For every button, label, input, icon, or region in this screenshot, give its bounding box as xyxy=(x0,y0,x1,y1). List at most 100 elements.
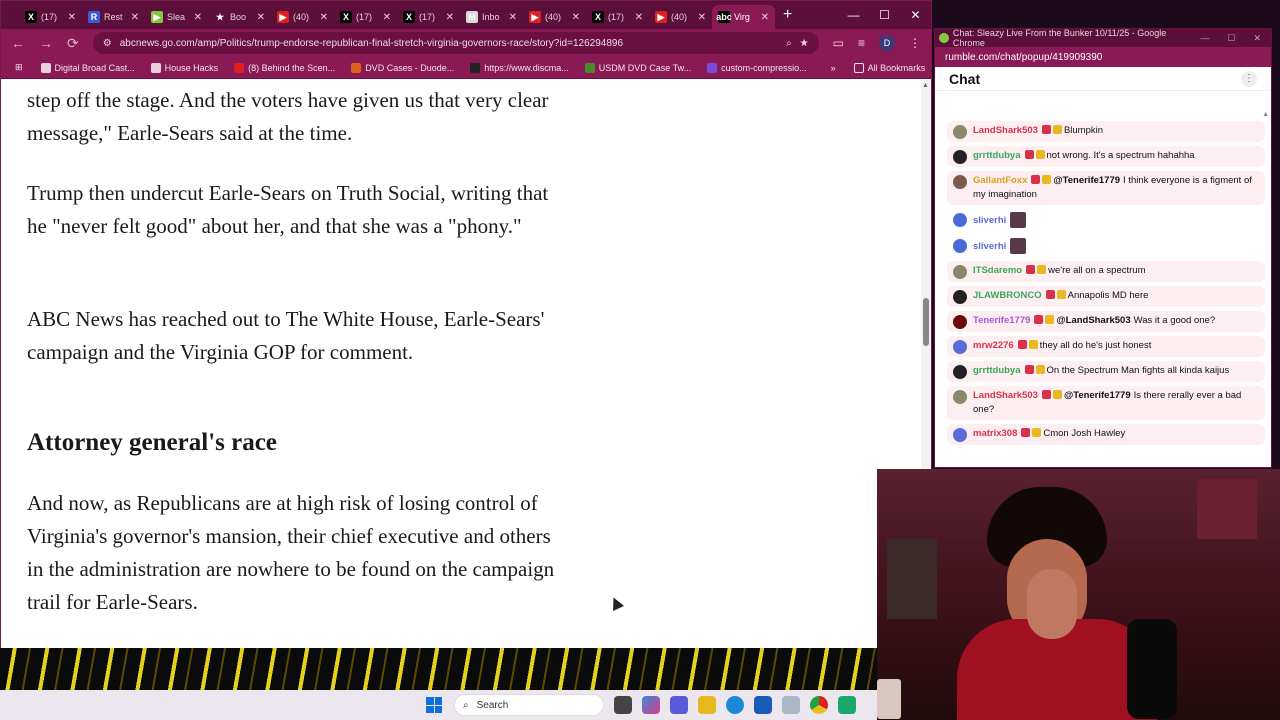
tab-7[interactable]: M Inbo ✕ xyxy=(460,5,523,29)
media-icon[interactable]: ≡ xyxy=(858,36,865,50)
chat-username[interactable]: LandShark503 xyxy=(973,125,1038,136)
tab-10[interactable]: ▶ (40) ✕ xyxy=(649,5,712,29)
settings-icon[interactable] xyxy=(782,696,800,714)
chat-username[interactable]: GallantFoxx xyxy=(973,175,1027,186)
user-avatar[interactable] xyxy=(953,315,967,329)
chat-username[interactable]: matrix308 xyxy=(973,428,1017,439)
close-tab-icon[interactable]: ✕ xyxy=(509,12,517,23)
scroll-up-icon[interactable]: ▲ xyxy=(922,82,929,89)
address-bar[interactable]: ⚙ abcnews.go.com/amp/Politics/trump-endo… xyxy=(92,32,819,54)
chat-username[interactable]: Tenerife1779 xyxy=(973,315,1030,326)
close-tab-icon[interactable]: ✕ xyxy=(698,12,706,23)
tab-search-icon[interactable]: ▭ xyxy=(833,36,844,50)
minimize-icon[interactable]: — xyxy=(838,1,869,29)
close-tab-icon[interactable]: ✕ xyxy=(131,12,139,23)
reload-icon[interactable]: ⟳ xyxy=(67,35,79,52)
tab-4[interactable]: ▶ (40) ✕ xyxy=(271,5,334,29)
copilot-icon[interactable] xyxy=(642,696,660,714)
chat-scroll-up-icon[interactable]: ▲ xyxy=(1262,111,1269,118)
chat-username[interactable]: LandShark503 xyxy=(973,390,1038,401)
minimize-icon[interactable]: — xyxy=(1200,33,1209,44)
chat-message-list[interactable]: LandShark503 Blumpkin grrttdubya not wrong.… xyxy=(947,111,1265,467)
menu-icon[interactable]: ⋮ xyxy=(909,36,921,50)
user-avatar[interactable] xyxy=(953,428,967,442)
chat-username[interactable]: sliverhi xyxy=(973,241,1006,252)
close-tab-icon[interactable]: ✕ xyxy=(635,12,643,23)
maximize-icon[interactable]: ☐ xyxy=(869,1,900,29)
close-tab-icon[interactable]: ✕ xyxy=(257,12,265,23)
task-view-icon[interactable] xyxy=(614,696,632,714)
user-avatar[interactable] xyxy=(953,290,967,304)
chat-username[interactable]: JLAWBRONCO xyxy=(973,290,1042,301)
site-info-icon[interactable]: ⚙ xyxy=(103,38,112,49)
chat-options-icon[interactable]: ⋮ xyxy=(1241,70,1257,87)
close-tab-icon[interactable]: ✕ xyxy=(761,12,769,23)
profile-avatar[interactable]: D xyxy=(879,35,895,51)
close-tab-icon[interactable]: ✕ xyxy=(194,12,202,23)
chat-username[interactable]: grrttdubya xyxy=(973,150,1021,161)
tab-8[interactable]: ▶ (40) ✕ xyxy=(523,5,586,29)
chat-message-body: LandShark503 Blumpkin xyxy=(973,124,1259,139)
tab-9[interactable]: X (17) ✕ xyxy=(586,5,649,29)
scroll-thumb[interactable] xyxy=(923,298,929,346)
new-tab-icon[interactable]: + xyxy=(783,6,792,24)
tab-3[interactable]: ★ Boo ✕ xyxy=(208,5,271,29)
more-bookmarks-icon[interactable]: » xyxy=(825,63,842,73)
user-avatar[interactable] xyxy=(953,239,967,253)
close-tab-icon[interactable]: ✕ xyxy=(572,12,580,23)
user-avatar[interactable] xyxy=(953,265,967,279)
close-icon[interactable]: ✕ xyxy=(1253,33,1261,44)
close-tab-icon[interactable]: ✕ xyxy=(446,12,454,23)
tab-6[interactable]: X (17) ✕ xyxy=(397,5,460,29)
chat-text: Cmon Josh Hawley xyxy=(1043,428,1126,439)
user-avatar[interactable] xyxy=(953,390,967,404)
chat-mention[interactable]: @Tenerife1779 xyxy=(1053,175,1120,186)
bookmark-item[interactable]: DVD Cases - Duode... xyxy=(345,62,460,73)
store-icon[interactable] xyxy=(754,696,772,714)
zoom-icon[interactable]: ⌕ xyxy=(786,38,792,49)
tab-1[interactable]: R Rest ✕ xyxy=(82,5,145,29)
close-tab-icon[interactable]: ✕ xyxy=(320,12,328,23)
teams-icon[interactable] xyxy=(670,696,688,714)
tab-0[interactable]: X (17) ✕ xyxy=(19,5,82,29)
user-avatar[interactable] xyxy=(953,365,967,379)
user-avatar[interactable] xyxy=(953,175,967,189)
chat-mention[interactable]: @Tenerife1779 xyxy=(1064,390,1131,401)
x-icon: X xyxy=(340,11,352,23)
edge-icon[interactable] xyxy=(726,696,744,714)
start-button[interactable] xyxy=(424,695,444,715)
app-icon[interactable] xyxy=(838,696,856,714)
user-avatar[interactable] xyxy=(953,150,967,164)
tab-5[interactable]: X (17) ✕ xyxy=(334,5,397,29)
forward-icon[interactable]: → xyxy=(39,35,53,51)
chat-username[interactable]: grrttdubya xyxy=(973,365,1021,376)
maximize-icon[interactable]: ☐ xyxy=(1227,33,1235,44)
tab-label: Inbo xyxy=(482,12,500,22)
chat-username[interactable]: mrw2276 xyxy=(973,340,1014,351)
close-icon[interactable]: ✕ xyxy=(900,1,931,29)
close-tab-icon[interactable]: ✕ xyxy=(68,12,76,23)
file-explorer-icon[interactable] xyxy=(698,696,716,714)
bookmark-item[interactable]: (8) Behind the Scen... xyxy=(228,62,341,73)
bookmark-item[interactable]: https://www.discma... xyxy=(464,62,575,73)
chat-username[interactable]: ITSdaremo xyxy=(973,265,1022,276)
bookmark-star-icon[interactable]: ★ xyxy=(800,38,809,49)
user-avatar[interactable] xyxy=(953,125,967,139)
chat-url-bar[interactable]: rumble.com/chat/popup/419909390 xyxy=(935,47,1271,67)
apps-icon[interactable]: ⊞ xyxy=(9,62,29,73)
tab-11[interactable]: abc Virg ✕ xyxy=(712,5,775,29)
taskbar-search[interactable]: ⌕ Search xyxy=(454,694,604,716)
user-avatar[interactable] xyxy=(953,213,967,227)
chrome-icon[interactable] xyxy=(810,696,828,714)
bookmark-item[interactable]: Digital Broad Cast... xyxy=(35,62,141,73)
all-bookmarks-button[interactable]: All Bookmarks xyxy=(848,62,932,73)
bookmark-item[interactable]: USDM DVD Case Tw... xyxy=(579,62,697,73)
close-tab-icon[interactable]: ✕ xyxy=(383,12,391,23)
user-avatar[interactable] xyxy=(953,340,967,354)
chat-username[interactable]: sliverhi xyxy=(973,215,1006,226)
bookmark-item[interactable]: custom-compressio... xyxy=(701,62,813,73)
back-icon[interactable]: ← xyxy=(11,35,25,51)
chat-mention[interactable]: @LandShark503 xyxy=(1056,315,1130,326)
bookmark-item[interactable]: House Hacks xyxy=(145,62,225,73)
tab-2[interactable]: ▶ Slea ✕ xyxy=(145,5,208,29)
